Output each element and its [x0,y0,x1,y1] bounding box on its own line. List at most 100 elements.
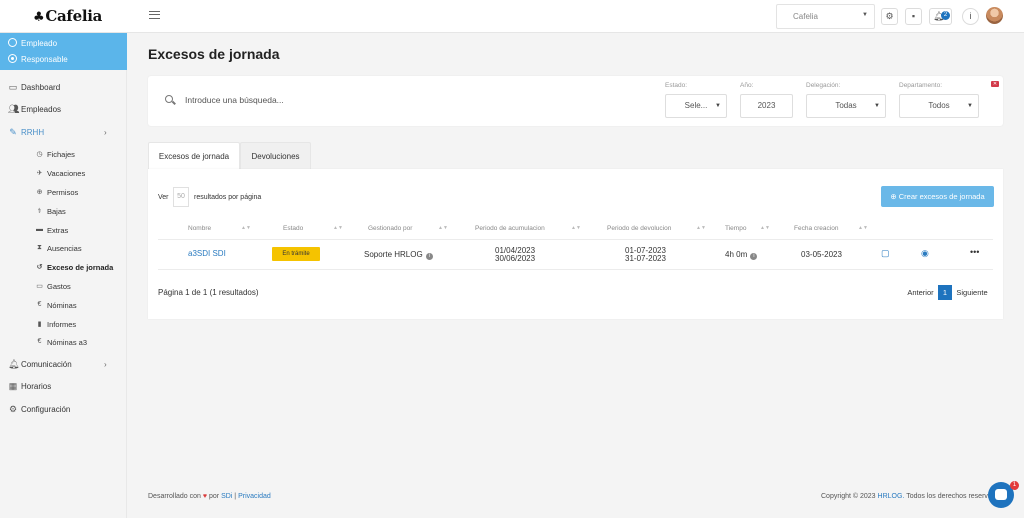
divider [158,269,993,270]
filter-label-delegacion: Delegación: [806,82,841,89]
sidebar-item-empleados[interactable]: 👥︎ Empleados [8,104,61,114]
per-page-prefix: Ver [158,194,169,201]
role-label: Responsable [21,55,68,64]
sort-icon[interactable]: ▲▼ [571,225,581,231]
sidebar-subitem-ausencias[interactable]: ⧗ Ausencias [37,244,82,253]
search-icon [165,95,173,103]
menu-toggle-icon[interactable] [149,11,160,19]
filter-select-delegacion[interactable]: Todas ▼ [806,94,886,118]
hrlog-link[interactable]: HRLOG. [878,493,905,500]
sidebar-subitem-extras[interactable]: ▬ Extras [36,226,68,235]
sort-icon[interactable]: ▲▼ [696,225,706,231]
sidebar-item-dashboard[interactable]: ▭ Dashboard [9,82,61,92]
privacy-link[interactable]: Privacidad [238,493,271,500]
chevron-down-icon: ▼ [874,103,880,109]
column-header-estado[interactable]: Estado [283,225,303,232]
info-icon[interactable]: i [750,253,758,260]
chevron-right-icon: › [104,128,107,137]
sidebar-subitem-vacaciones[interactable]: ✈ Vacaciones [37,169,86,178]
chat-icon[interactable]: ▪ [905,8,922,25]
cell-acum-hasta: 30/06/2023 [495,254,536,263]
card-icon: ▭ [36,283,43,290]
radio-checked-icon[interactable] [8,54,17,63]
pagination-next-button[interactable]: Siguiente [954,285,990,300]
radio-icon[interactable] [8,38,17,47]
create-button-label: Crear excesos de jornada [898,192,985,201]
sidebar: Empleado Responsable ▭ Dashboard 👥︎ Empl… [0,33,127,518]
sidebar-item-label: Dashboard [21,83,61,92]
sidebar-subitem-permisos[interactable]: ⊕ Permisos [37,188,79,197]
sidebar-subitem-gastos[interactable]: ▭ Gastos [36,282,71,291]
clear-filters-icon[interactable]: ✕ [991,81,999,87]
column-header-fecha[interactable]: Fecha creacion [794,225,838,232]
sort-icon[interactable]: ▲▼ [241,225,251,231]
sort-icon[interactable]: ▲▼ [858,225,868,231]
sidebar-subitem-label: Exceso de jornada [47,263,114,272]
clock-icon: ◷ [36,151,43,158]
sidebar-item-configuracion[interactable]: ⚙ Configuración [9,404,70,414]
cell-gestionado: Soporte HRLOG i [364,250,433,260]
create-exceso-button[interactable]: ⊕ Crear excesos de jornada [881,186,994,207]
sidebar-item-comunicacion[interactable]: 🔔︎ Comunicación › [8,359,107,369]
column-header-gestionado[interactable]: Gestionado por [368,225,412,232]
column-header-nombre[interactable]: Nombre [188,225,211,232]
sidebar-item-horarios[interactable]: ▦ Horarios [9,381,52,391]
sidebar-subitem-label: Ausencias [47,244,82,253]
sidebar-subitem-nominas[interactable]: € Nóminas [38,301,77,310]
users-icon: 👥︎ [8,104,20,114]
sidebar-item-label: Comunicación [21,360,72,369]
filter-select-estado[interactable]: Sele... ▼ [665,94,727,118]
pagination-prev-button[interactable]: Anterior [904,285,937,300]
filter-label-anio: Año: [740,82,754,89]
sort-icon[interactable]: ▲▼ [438,225,448,231]
sidebar-subitem-informes[interactable]: ▮ Informes [38,320,77,329]
tab-devoluciones[interactable]: Devoluciones [240,142,311,170]
sidebar-subitem-nominas-a3[interactable]: € Nóminas a3 [38,338,87,347]
info-icon[interactable]: i [962,8,979,25]
filter-value: Todas [835,101,857,110]
chevron-down-icon: ▼ [862,12,868,18]
comment-icon[interactable]: ▢ [881,248,890,259]
filter-value: 2023 [757,101,776,110]
more-options-icon[interactable]: ••• [970,247,979,257]
column-header-tiempo[interactable]: Tiempo [725,225,746,232]
info-icon[interactable]: i [425,253,433,260]
gear-icon[interactable]: ⚙ [881,8,898,25]
sidebar-subitem-label: Nóminas [47,301,77,310]
eye-icon[interactable]: ◉ [921,248,929,259]
bell-icon: 🔔︎ [8,359,20,369]
sidebar-item-label: RRHH [21,128,45,137]
footer-right: Copyright © 2023 HRLOG. Todos los derech… [821,493,1005,500]
cell-nombre[interactable]: a3SDI SDI [188,249,226,258]
sdi-link[interactable]: SDi [221,493,232,500]
sidebar-subitem-label: Permisos [47,188,79,197]
monitor-icon: ▭ [8,82,18,92]
footer-separator: | [234,493,237,500]
sidebar-item-rrhh[interactable]: ✎ RRHH › [9,127,106,137]
sidebar-subitem-fichajes[interactable]: ◷ Fichajes [36,150,75,159]
sort-icon[interactable]: ▲▼ [333,225,343,231]
hourglass-icon: ⧗ [37,244,42,251]
footer-text: Desarrollado con [148,493,201,500]
filter-select-departamento[interactable]: Todos ▼ [899,94,979,118]
sort-icon[interactable]: ▲▼ [760,225,770,231]
role-option-responsable[interactable]: Responsable [8,54,68,64]
column-header-periodo-acumulacion[interactable]: Periodo de acumulacion [475,225,545,232]
filter-input-anio[interactable]: 2023 [740,94,793,118]
sidebar-subitem-bajas[interactable]: ⚕ Bajas [38,207,66,216]
sidebar-subitem-exceso-de-jornada[interactable]: ↺ Exceso de jornada [37,263,114,272]
role-option-empleado[interactable]: Empleado [8,38,57,48]
table-icon: ▦ [8,381,18,391]
pagination-current-page[interactable]: 1 [938,285,952,300]
edit-icon: ✎ [9,127,17,137]
app-logo[interactable]: ♣Cafelia [33,7,102,25]
column-header-periodo-devolucion[interactable]: Periodo de devolucion [607,225,671,232]
user-avatar[interactable] [986,7,1003,24]
tab-excesos-de-jornada[interactable]: Excesos de jornada [148,142,240,170]
company-select[interactable]: Cafelia ▼ [776,4,875,29]
search-input[interactable] [185,93,485,107]
per-page-select[interactable]: 50 [173,187,189,207]
sidebar-subitem-label: Vacaciones [47,169,86,178]
cell-fecha: 03-05-2023 [801,250,842,259]
sidebar-item-label: Horarios [21,382,52,391]
